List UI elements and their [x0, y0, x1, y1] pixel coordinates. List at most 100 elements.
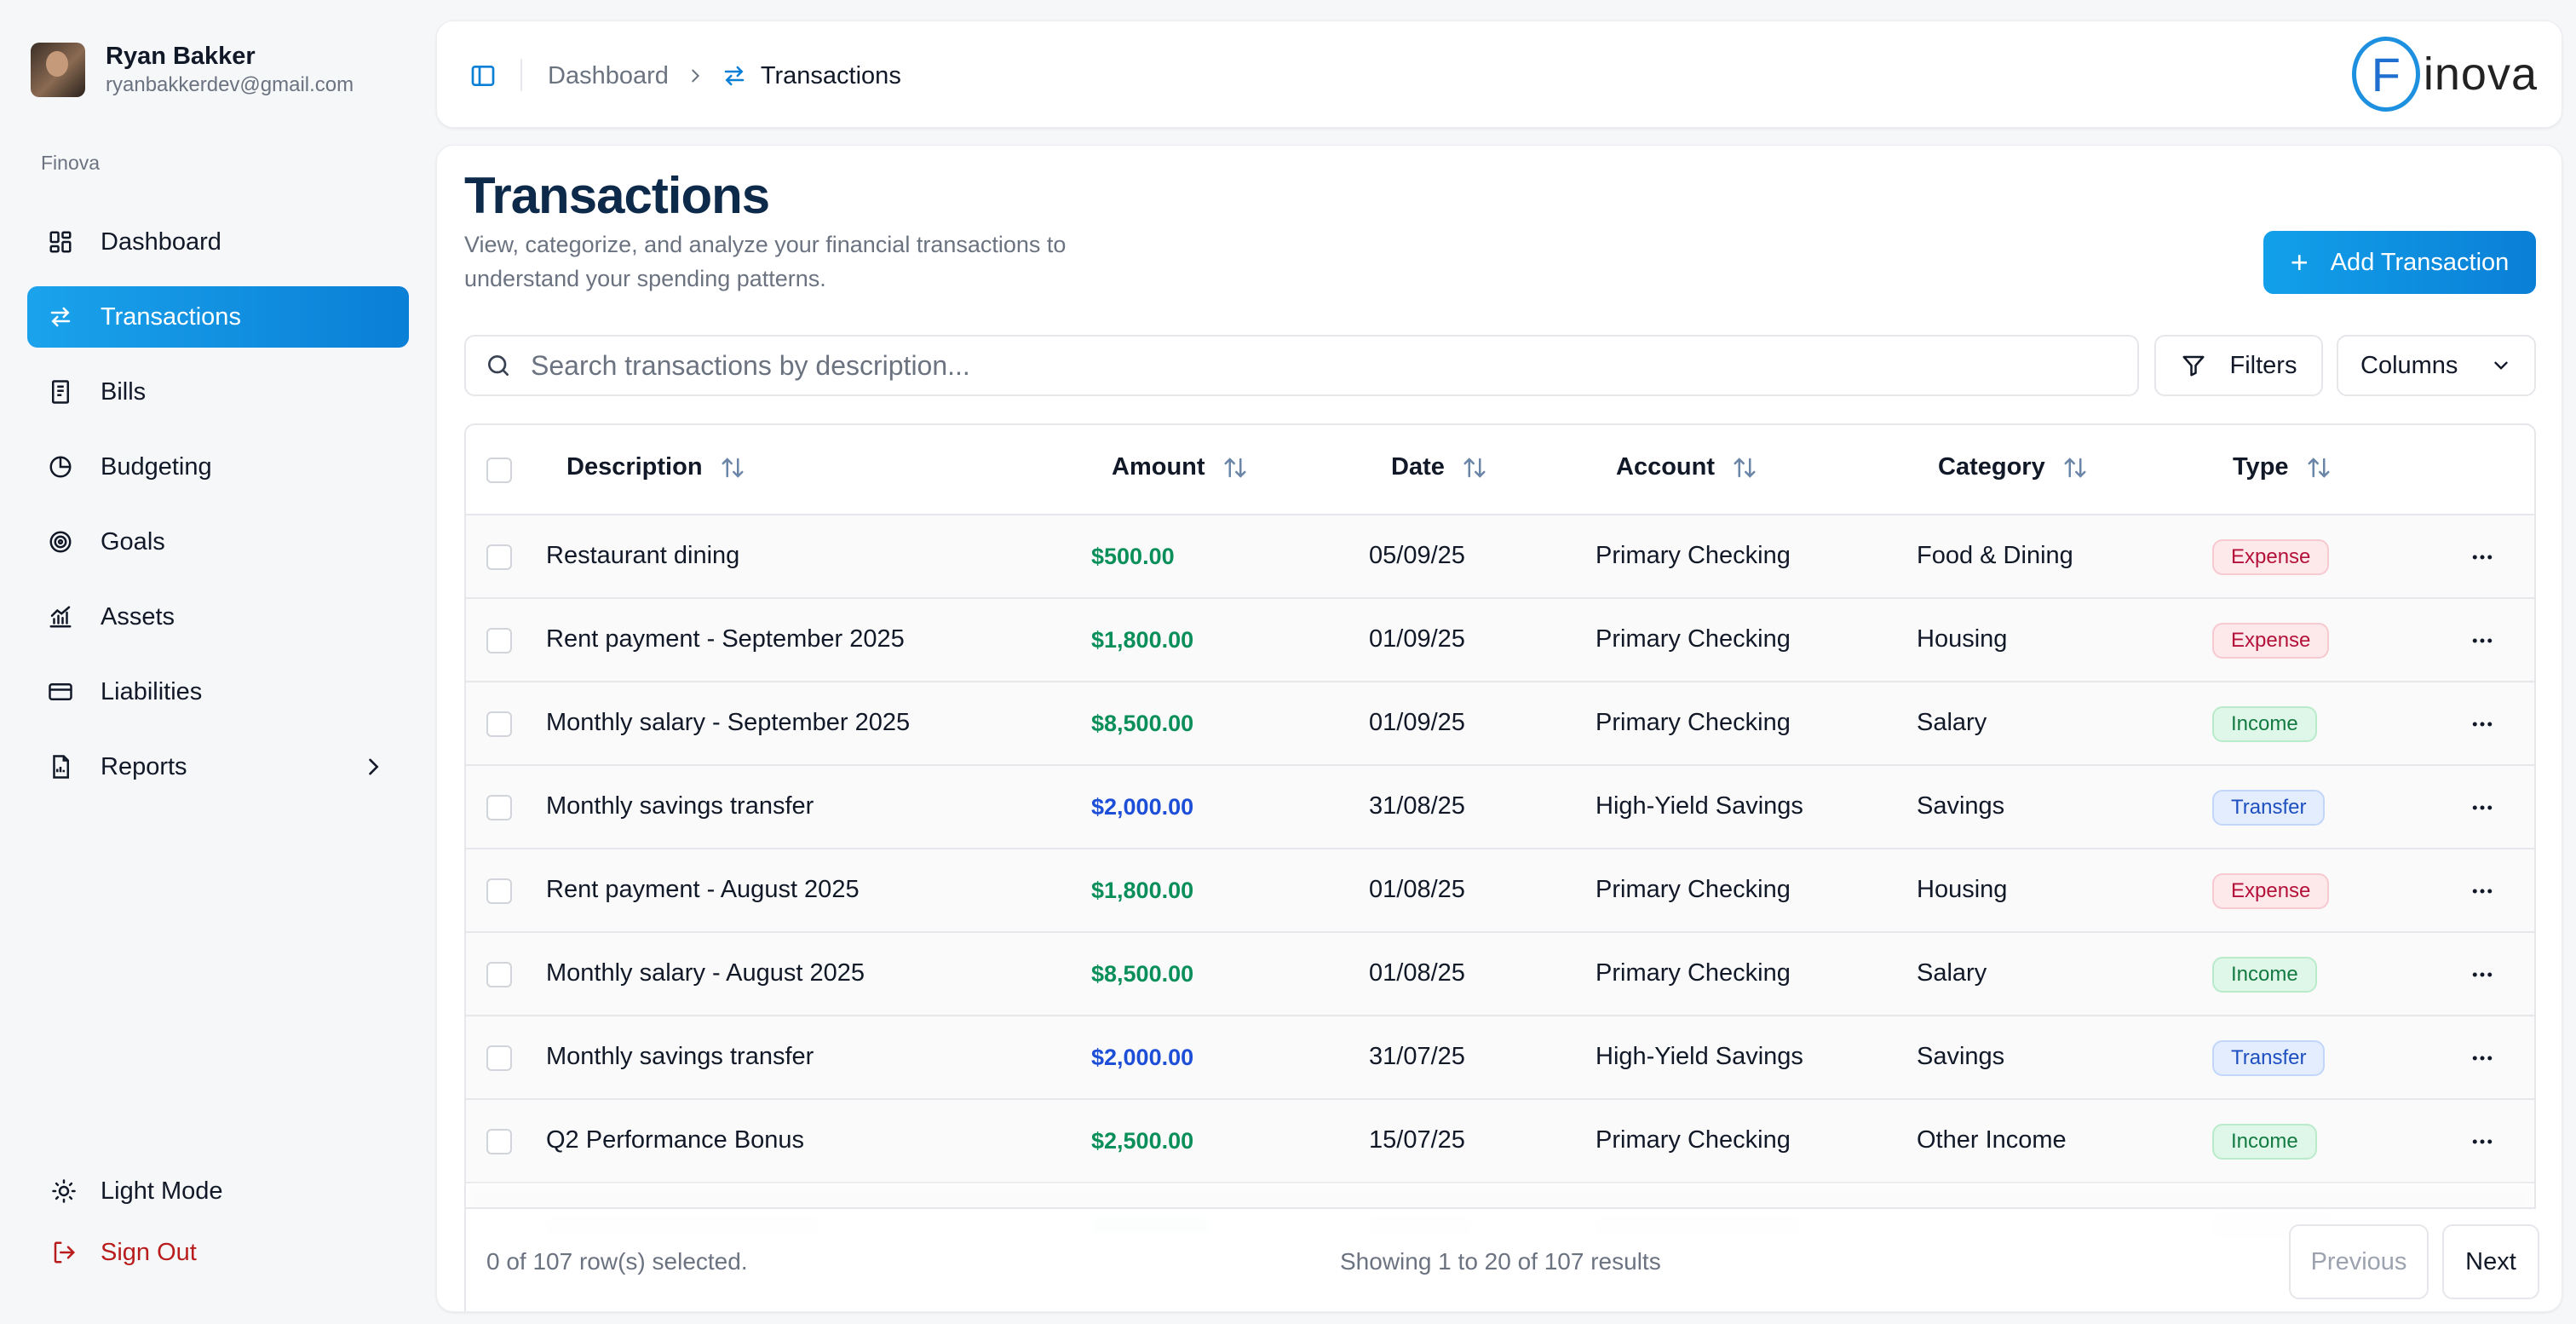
- filter-icon: [2182, 355, 2205, 377]
- type-badge: Expense: [2212, 873, 2330, 909]
- logo-mark: F: [2351, 37, 2420, 112]
- chevron-right-icon[interactable]: [361, 755, 385, 779]
- target-icon: [48, 529, 73, 555]
- sidebar-item-bills[interactable]: Bills: [27, 361, 409, 423]
- main-content: Transactions View, categorize, and analy…: [436, 145, 2562, 1312]
- sort-icon: [2064, 457, 2086, 478]
- cell-date: 01/09/25: [1369, 625, 1465, 653]
- add-transaction-button[interactable]: + Add Transaction: [2263, 231, 2536, 294]
- cell-category: Housing: [1917, 876, 2008, 903]
- cell-amount: $2,000.00: [1091, 794, 1194, 820]
- sidebar-item-label: Budgeting: [101, 452, 212, 481]
- previous-page-button[interactable]: Previous: [2289, 1224, 2429, 1299]
- cell-account: Primary Checking: [1596, 1126, 1791, 1154]
- table-header: Description Amount Date Account Category…: [466, 425, 2534, 515]
- row-checkbox[interactable]: [486, 628, 512, 653]
- cell-date: 05/09/25: [1369, 542, 1465, 569]
- type-badge: Transfer: [2212, 790, 2326, 826]
- arrows-swap-icon: [48, 304, 73, 330]
- light-mode-label: Light Mode: [101, 1177, 223, 1205]
- row-checkbox[interactable]: [486, 878, 512, 904]
- row-checkbox[interactable]: [486, 544, 512, 570]
- row-checkbox[interactable]: [486, 1129, 512, 1154]
- table-row[interactable]: Monthly salary - August 2025 $8,500.00 0…: [466, 933, 2534, 1016]
- cell-account: Primary Checking: [1596, 542, 1791, 569]
- select-all-checkbox[interactable]: [486, 458, 512, 483]
- row-checkbox[interactable]: [486, 711, 512, 737]
- cell-amount: $1,800.00: [1091, 878, 1194, 903]
- column-header-date[interactable]: Date: [1391, 453, 1487, 481]
- arrows-swap-icon: [724, 66, 745, 86]
- plus-icon: +: [2290, 245, 2309, 279]
- sort-icon: [1734, 457, 1756, 478]
- more-options-icon[interactable]: [2470, 628, 2495, 653]
- row-checkbox[interactable]: [486, 1045, 512, 1071]
- sidebar-item-label: Reports: [101, 752, 187, 780]
- sign-out-icon: [54, 1241, 76, 1264]
- more-options-icon[interactable]: [2470, 1129, 2495, 1154]
- table-row[interactable]: Q2 Performance Bonus $2,500.00 15/07/25 …: [466, 1100, 2534, 1183]
- table-row[interactable]: Rent payment - August 2025 $1,800.00 01/…: [466, 849, 2534, 933]
- more-options-icon[interactable]: [2470, 544, 2495, 570]
- sidebar-item-budgeting[interactable]: Budgeting: [27, 436, 409, 498]
- filters-button[interactable]: Filters: [2154, 335, 2323, 396]
- cell-date: 15/07/25: [1369, 1126, 1465, 1154]
- cell-description: Restaurant dining: [546, 542, 740, 569]
- cell-description: Monthly savings transfer: [546, 792, 814, 820]
- cell-date: 31/07/25: [1369, 1043, 1465, 1070]
- cell-description: Monthly salary - August 2025: [546, 959, 865, 987]
- cell-category: Salary: [1917, 709, 1987, 736]
- more-options-icon[interactable]: [2470, 711, 2495, 737]
- more-options-icon[interactable]: [2470, 878, 2495, 904]
- row-checkbox[interactable]: [486, 795, 512, 820]
- sidebar-item-transactions[interactable]: Transactions: [27, 286, 409, 348]
- cell-description: Monthly salary - September 2025: [546, 709, 911, 736]
- breadcrumb-dashboard[interactable]: Dashboard: [548, 62, 669, 90]
- sun-icon: [52, 1179, 76, 1203]
- table-row[interactable]: Restaurant dining $500.00 05/09/25 Prima…: [466, 515, 2534, 599]
- more-options-icon[interactable]: [2470, 1045, 2495, 1071]
- sidebar-item-label: Dashboard: [101, 227, 221, 256]
- type-badge: Transfer: [2212, 1040, 2326, 1076]
- next-page-button[interactable]: Next: [2442, 1224, 2539, 1299]
- cell-account: Primary Checking: [1596, 625, 1791, 653]
- table-row[interactable]: Rent payment - September 2025 $1,800.00 …: [466, 599, 2534, 682]
- cell-amount: $2,000.00: [1091, 1045, 1194, 1070]
- sidebar-item-label: Transactions: [101, 302, 241, 331]
- more-options-icon[interactable]: [2470, 962, 2495, 987]
- table-row[interactable]: Monthly savings transfer $2,000.00 31/08…: [466, 766, 2534, 849]
- sidebar-item-assets[interactable]: Assets: [27, 586, 409, 648]
- table-row[interactable]: Monthly salary - September 2025 $8,500.0…: [466, 682, 2534, 766]
- trend-chart-icon: [48, 604, 73, 630]
- sort-icon: [2308, 457, 2330, 478]
- sidebar-bottom: Light Mode Sign Out: [51, 1174, 223, 1297]
- column-header-category[interactable]: Category: [1938, 453, 2088, 481]
- column-header-type[interactable]: Type: [2233, 453, 2332, 481]
- cell-account: Primary Checking: [1596, 959, 1791, 987]
- sidebar-item-reports[interactable]: Reports: [27, 736, 409, 797]
- sidebar-item-goals[interactable]: Goals: [27, 511, 409, 573]
- table-row[interactable]: Monthly savings transfer $2,000.00 31/07…: [466, 1016, 2534, 1100]
- columns-dropdown[interactable]: Columns: [2337, 335, 2536, 396]
- light-mode-toggle[interactable]: Light Mode: [51, 1174, 223, 1208]
- column-header-account[interactable]: Account: [1616, 453, 1757, 481]
- type-badge: Income: [2212, 957, 2317, 993]
- user-profile[interactable]: Ryan Bakker ryanbakkerdev@gmail.com: [31, 41, 354, 99]
- pie-chart-icon: [48, 454, 73, 480]
- sign-out-button[interactable]: Sign Out: [51, 1235, 223, 1269]
- sidebar: Ryan Bakker ryanbakkerdev@gmail.com Fino…: [0, 0, 426, 1324]
- credit-card-icon: [48, 679, 73, 705]
- cell-account: Primary Checking: [1596, 709, 1791, 736]
- column-header-description[interactable]: Description: [566, 453, 745, 481]
- sidebar-item-dashboard[interactable]: Dashboard: [27, 211, 409, 273]
- chevron-right-icon: [692, 69, 699, 83]
- sidebar-toggle-icon[interactable]: [469, 62, 497, 89]
- row-checkbox[interactable]: [486, 962, 512, 987]
- sidebar-item-liabilities[interactable]: Liabilities: [27, 661, 409, 722]
- search-bar: [464, 335, 2139, 396]
- grid-icon: [48, 229, 73, 255]
- more-options-icon[interactable]: [2470, 795, 2495, 820]
- page-subtitle: View, categorize, and analyze your finan…: [464, 232, 1067, 291]
- search-input[interactable]: [531, 349, 2064, 382]
- column-header-amount[interactable]: Amount: [1112, 453, 1248, 481]
